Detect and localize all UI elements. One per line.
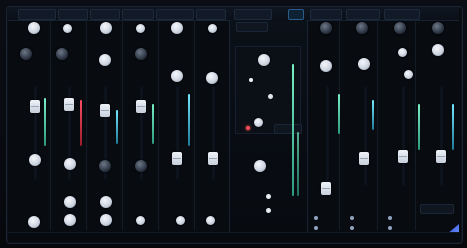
indicator-dot [249, 78, 253, 82]
knob-icon[interactable] [29, 154, 41, 166]
knob-icon[interactable] [20, 48, 32, 60]
indicator-dot[interactable] [350, 226, 354, 230]
knob-icon[interactable] [176, 216, 185, 225]
level-meter [80, 100, 82, 146]
indicator-dot[interactable] [350, 216, 354, 220]
knob-icon[interactable] [356, 22, 368, 34]
knob-icon[interactable] [63, 24, 72, 33]
strip-divider [122, 20, 123, 230]
knob-icon[interactable] [135, 160, 147, 172]
knob-icon[interactable] [208, 24, 217, 33]
knob-icon[interactable] [99, 54, 111, 66]
header-chip-10[interactable] [384, 9, 420, 20]
strip-divider [194, 20, 195, 230]
knob-icon[interactable] [64, 196, 76, 208]
level-meter [452, 104, 454, 150]
knob-icon[interactable] [28, 216, 40, 228]
fader-cap-icon[interactable] [100, 104, 110, 117]
knob-icon[interactable] [320, 22, 332, 34]
knob-icon[interactable] [404, 70, 413, 79]
knob-icon[interactable] [171, 70, 183, 82]
fader-cap-icon[interactable] [398, 150, 408, 163]
knob-icon[interactable] [398, 48, 407, 57]
knob-icon[interactable] [171, 22, 183, 34]
fader-cap-icon[interactable] [321, 182, 331, 195]
fader-cap-icon[interactable] [30, 100, 40, 113]
header-chip-9[interactable] [346, 9, 380, 20]
header-chip-5[interactable] [156, 9, 194, 20]
header-chip-1[interactable] [18, 9, 56, 20]
indicator-dot[interactable] [314, 216, 318, 220]
knob-icon[interactable] [320, 60, 332, 72]
master-level-meter [297, 132, 299, 196]
master-knob-icon[interactable] [258, 54, 270, 66]
knob-icon[interactable] [206, 216, 215, 225]
master-knob-icon[interactable] [254, 160, 266, 172]
indicator-dot[interactable] [388, 216, 392, 220]
knob-icon[interactable] [136, 216, 145, 225]
strip-divider [415, 20, 416, 230]
knob-icon[interactable] [64, 214, 76, 226]
knob-icon[interactable] [432, 44, 444, 56]
header-chip-8[interactable] [310, 9, 342, 20]
footer-bar [8, 232, 459, 241]
fader-cap-icon[interactable] [64, 98, 74, 111]
knob-icon[interactable] [206, 72, 218, 84]
level-meter [418, 104, 420, 150]
strip-divider [377, 20, 378, 230]
header-chip-2[interactable] [58, 9, 88, 20]
indicator-dot[interactable] [388, 226, 392, 230]
bottom-right-button[interactable] [420, 204, 454, 214]
header-chip-3[interactable] [90, 9, 120, 20]
header-chip-4[interactable] [122, 9, 154, 20]
master-level-meter [292, 64, 294, 196]
knob-icon[interactable] [394, 22, 406, 34]
level-meter [372, 100, 374, 130]
strip-divider [86, 20, 87, 230]
record-indicator-icon [246, 126, 250, 130]
mixer-app [0, 0, 467, 248]
level-meter [338, 94, 340, 134]
fader-cap-icon[interactable] [208, 152, 218, 165]
level-meter [44, 98, 46, 146]
fader-cap-icon[interactable] [359, 152, 369, 165]
strip-divider [158, 20, 159, 230]
header-chip-7[interactable] [234, 9, 272, 20]
fader-cap-icon[interactable] [136, 100, 146, 113]
fader-cap-icon[interactable] [172, 152, 182, 165]
indicator-dot [268, 94, 273, 99]
knob-icon[interactable] [28, 22, 40, 34]
knob-icon[interactable] [136, 24, 145, 33]
header-chip-active[interactable] [288, 9, 304, 20]
knob-icon[interactable] [432, 22, 444, 34]
knob-icon[interactable] [99, 160, 111, 172]
indicator-dot[interactable] [314, 226, 318, 230]
knob-icon[interactable] [100, 22, 112, 34]
fader-track [402, 86, 405, 186]
indicator-dot [266, 194, 271, 199]
knob-icon[interactable] [358, 58, 370, 70]
strip-divider [50, 20, 51, 230]
fader-track [326, 86, 329, 186]
indicator-dot [266, 208, 271, 213]
fader-track [212, 86, 215, 180]
level-meter [116, 110, 118, 144]
fader-cap-icon[interactable] [436, 150, 446, 163]
fader-track [176, 86, 179, 180]
knob-icon[interactable] [135, 48, 147, 60]
fader-track [364, 86, 367, 186]
fader-track [440, 86, 443, 186]
knob-icon[interactable] [64, 158, 76, 170]
knob-icon[interactable] [100, 196, 112, 208]
master-button[interactable] [236, 22, 268, 32]
level-meter [188, 94, 190, 146]
knob-icon[interactable] [56, 48, 68, 60]
knob-icon[interactable] [100, 214, 112, 226]
level-meter [152, 104, 154, 144]
master-knob-icon[interactable] [254, 118, 263, 127]
header-chip-6[interactable] [196, 9, 226, 20]
